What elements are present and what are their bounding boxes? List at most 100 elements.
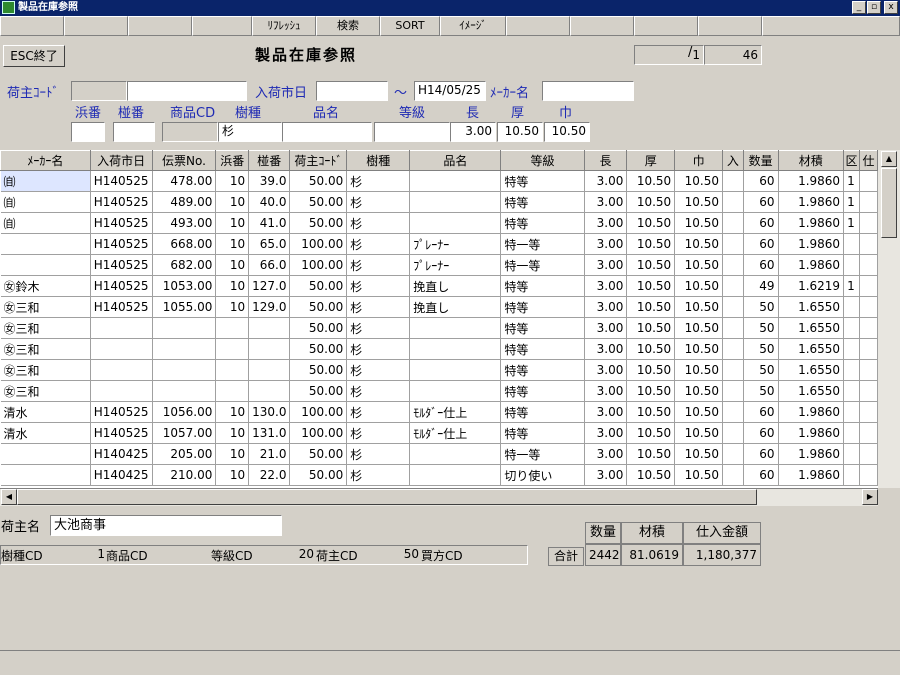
table-cell[interactable]: 100.00 bbox=[289, 401, 348, 423]
table-cell[interactable]: 特等 bbox=[500, 401, 585, 423]
table-cell[interactable]: 50.00 bbox=[289, 317, 348, 339]
table-cell[interactable]: 10 bbox=[215, 212, 250, 234]
table-cell[interactable]: 特等 bbox=[500, 212, 585, 234]
scroll-right-button[interactable]: ▶ bbox=[862, 489, 878, 505]
table-row[interactable]: ㉂ H140525 478.00 10 39.0 50.00 杉特等 3.00 10.50 10.… bbox=[0, 170, 878, 192]
table-row[interactable]: H140425 210.00 10 22.0 50.00 杉切り使い 3.00 10.50 10… bbox=[0, 464, 878, 486]
table-cell[interactable] bbox=[722, 254, 744, 276]
table-cell[interactable]: ㉂ bbox=[0, 212, 91, 234]
table-cell[interactable]: H140525 bbox=[90, 275, 153, 297]
column-header[interactable]: 入 bbox=[722, 150, 744, 171]
table-cell[interactable]: 10.50 bbox=[626, 317, 676, 339]
table-cell[interactable] bbox=[409, 464, 502, 486]
table-cell[interactable]: 60 bbox=[743, 212, 779, 234]
table-cell[interactable]: 1.9860 bbox=[778, 170, 845, 192]
table-cell[interactable]: 3.00 bbox=[584, 317, 628, 339]
table-cell[interactable]: 10.50 bbox=[674, 191, 723, 213]
table-cell[interactable] bbox=[90, 359, 153, 381]
table-cell[interactable]: 1 bbox=[843, 170, 861, 192]
table-cell[interactable] bbox=[859, 401, 878, 423]
thickness-field[interactable]: 10.50 bbox=[497, 122, 543, 142]
table-cell[interactable]: 100.00 bbox=[289, 233, 348, 255]
column-header[interactable]: 椪番 bbox=[248, 150, 291, 171]
table-cell[interactable]: 10.50 bbox=[674, 443, 723, 465]
table-cell[interactable]: 3.00 bbox=[584, 464, 628, 486]
table-cell[interactable]: 40.0 bbox=[248, 191, 291, 213]
table-cell[interactable]: 10 bbox=[215, 443, 250, 465]
table-cell[interactable]: 特一等 bbox=[500, 443, 585, 465]
table-cell[interactable]: 特等 bbox=[500, 338, 585, 360]
table-cell[interactable] bbox=[152, 380, 217, 402]
table-cell[interactable]: H140425 bbox=[90, 443, 153, 465]
table-cell[interactable]: 60 bbox=[743, 191, 779, 213]
table-cell[interactable]: 1 bbox=[843, 275, 861, 297]
table-cell[interactable]: 1.9860 bbox=[778, 443, 845, 465]
table-cell[interactable]: 10.50 bbox=[626, 338, 676, 360]
table-cell[interactable]: 1.6550 bbox=[778, 380, 845, 402]
table-cell[interactable] bbox=[0, 443, 91, 465]
table-cell[interactable]: 特一等 bbox=[500, 233, 585, 255]
table-row[interactable]: ㊛三和 H140525 1055.00 10 129.0 50.00 杉挽直し 特等 3.00 1… bbox=[0, 296, 878, 318]
table-cell[interactable] bbox=[152, 338, 217, 360]
arrival-to-field[interactable]: H14/05/25 bbox=[414, 81, 486, 101]
table-cell[interactable]: 10.50 bbox=[674, 212, 723, 234]
table-cell[interactable]: 50.00 bbox=[289, 380, 348, 402]
table-cell[interactable] bbox=[859, 317, 878, 339]
table-cell[interactable] bbox=[409, 443, 502, 465]
table-cell[interactable] bbox=[722, 275, 744, 297]
table-cell[interactable]: 特等 bbox=[500, 296, 585, 318]
table-cell[interactable]: 杉 bbox=[346, 254, 411, 276]
table-cell[interactable]: 特一等 bbox=[500, 254, 585, 276]
column-header[interactable]: 区 bbox=[843, 150, 861, 171]
table-cell[interactable]: 10 bbox=[215, 254, 250, 276]
table-cell[interactable]: 杉 bbox=[346, 338, 411, 360]
table-cell[interactable]: 10.50 bbox=[626, 422, 676, 444]
table-cell[interactable] bbox=[843, 464, 861, 486]
table-cell[interactable]: 1.9860 bbox=[778, 464, 845, 486]
table-cell[interactable]: 1.9860 bbox=[778, 401, 845, 423]
table-cell[interactable] bbox=[0, 464, 91, 486]
table-cell[interactable] bbox=[843, 401, 861, 423]
table-cell[interactable]: 50 bbox=[743, 338, 779, 360]
table-cell[interactable] bbox=[859, 464, 878, 486]
table-cell[interactable]: 3.00 bbox=[584, 359, 628, 381]
table-cell[interactable]: 10.50 bbox=[626, 443, 676, 465]
product-name-field[interactable] bbox=[282, 122, 372, 142]
table-cell[interactable]: 特等 bbox=[500, 359, 585, 381]
table-cell[interactable]: 50.00 bbox=[289, 170, 348, 192]
table-cell[interactable]: 100.00 bbox=[289, 422, 348, 444]
table-cell[interactable]: 10 bbox=[215, 275, 250, 297]
table-cell[interactable]: ㊛鈴木 bbox=[0, 275, 91, 297]
table-cell[interactable] bbox=[0, 233, 91, 255]
table-cell[interactable]: H140525 bbox=[90, 170, 153, 192]
table-cell[interactable]: 3.00 bbox=[584, 380, 628, 402]
table-cell[interactable] bbox=[722, 212, 744, 234]
table-row[interactable]: H140425 205.00 10 21.0 50.00 杉特一等 3.00 10.50 10.… bbox=[0, 443, 878, 465]
table-cell[interactable]: 50 bbox=[743, 296, 779, 318]
table-cell[interactable]: 1 bbox=[843, 212, 861, 234]
table-cell[interactable]: 特等 bbox=[500, 275, 585, 297]
table-cell[interactable]: 10.50 bbox=[674, 401, 723, 423]
scroll-thumb-vertical[interactable] bbox=[881, 168, 897, 238]
table-cell[interactable]: 10.50 bbox=[626, 401, 676, 423]
esc-exit-button[interactable]: ESC終了 bbox=[3, 45, 65, 67]
table-cell[interactable]: 22.0 bbox=[248, 464, 291, 486]
close-button[interactable]: x bbox=[884, 1, 898, 14]
table-cell[interactable]: 10.50 bbox=[626, 191, 676, 213]
table-cell[interactable] bbox=[859, 380, 878, 402]
table-cell[interactable]: 10.50 bbox=[626, 296, 676, 318]
table-row[interactable]: ㊛三和 50.00 杉特等 3.00 10.50 10.50 50 1.6550 bbox=[0, 359, 878, 381]
table-cell[interactable] bbox=[409, 170, 502, 192]
hamaban-field[interactable] bbox=[71, 122, 105, 142]
maximize-button[interactable]: ▫ bbox=[867, 1, 881, 14]
table-cell[interactable] bbox=[722, 422, 744, 444]
table-cell[interactable] bbox=[409, 380, 502, 402]
table-cell[interactable]: 50.00 bbox=[289, 443, 348, 465]
table-cell[interactable]: 489.00 bbox=[152, 191, 217, 213]
search-button[interactable]: 検索 bbox=[316, 16, 380, 36]
table-cell[interactable]: 特等 bbox=[500, 422, 585, 444]
table-cell[interactable] bbox=[722, 317, 744, 339]
table-cell[interactable]: 杉 bbox=[346, 170, 411, 192]
table-cell[interactable] bbox=[843, 296, 861, 318]
table-cell[interactable]: 50 bbox=[743, 359, 779, 381]
